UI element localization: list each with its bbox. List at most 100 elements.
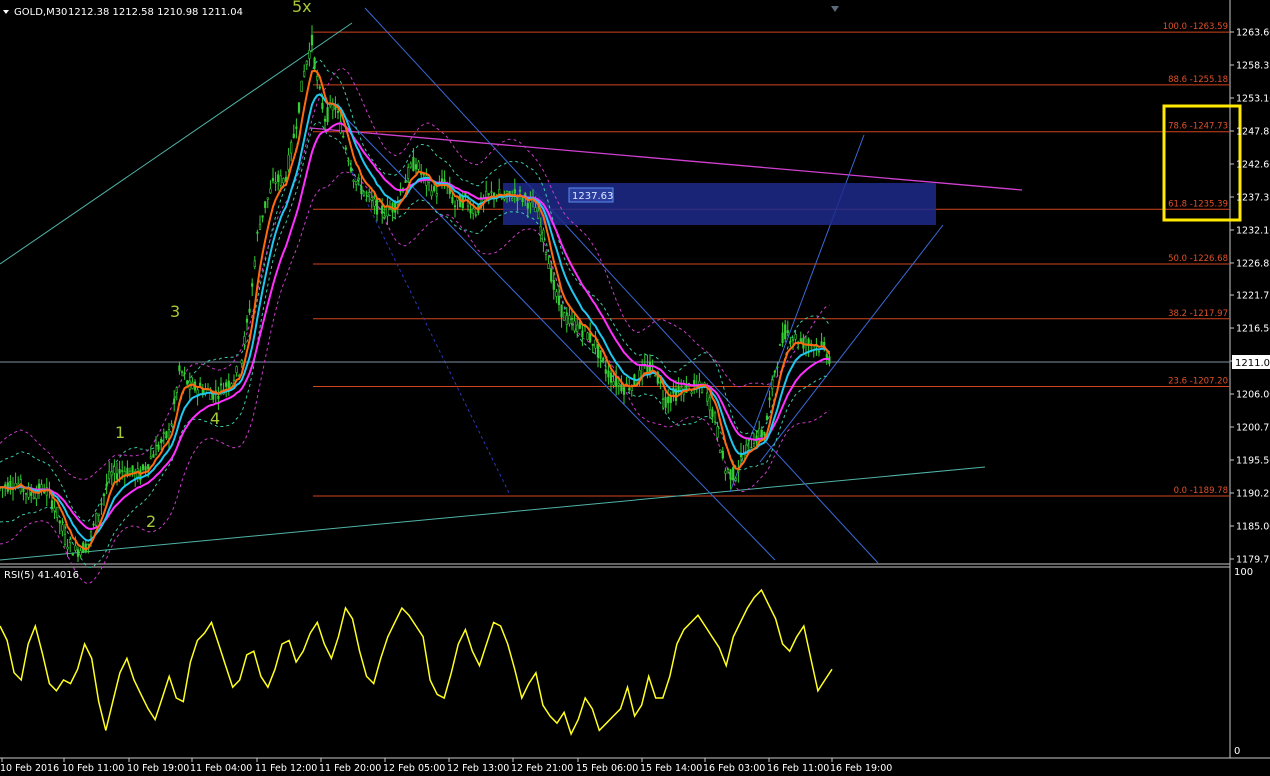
candle-body bbox=[102, 493, 106, 497]
candle-body bbox=[287, 154, 290, 171]
candle-body bbox=[144, 466, 147, 471]
candle-body bbox=[256, 231, 259, 234]
candle-body bbox=[706, 392, 709, 402]
candle-body bbox=[607, 370, 610, 378]
candle-body bbox=[32, 496, 35, 499]
time-tick-label: 12 Feb 21:00 bbox=[511, 763, 573, 772]
candle-body bbox=[266, 197, 269, 200]
candle-body bbox=[258, 223, 262, 230]
candle-body bbox=[721, 450, 724, 459]
candle-body bbox=[511, 198, 514, 201]
candle-body bbox=[469, 209, 472, 214]
candle-body bbox=[310, 34, 314, 46]
candle-body bbox=[414, 164, 418, 170]
candle-body bbox=[173, 398, 176, 404]
candle-body bbox=[734, 477, 737, 481]
candle-body bbox=[110, 471, 113, 476]
candle-body bbox=[544, 252, 548, 255]
price-tick-label: 1206.00 bbox=[1236, 390, 1270, 401]
candle-body bbox=[271, 178, 275, 182]
candle-body bbox=[563, 312, 566, 321]
candle-body bbox=[269, 188, 272, 194]
candle-body bbox=[602, 357, 605, 361]
candle-body bbox=[513, 189, 516, 194]
candle-body bbox=[118, 469, 121, 474]
candle-body bbox=[430, 190, 433, 197]
time-tick-label: 15 Feb 14:00 bbox=[640, 763, 702, 772]
candle-body bbox=[50, 500, 54, 509]
candle-body bbox=[604, 369, 607, 374]
fib-level-label: 61.8 -1235.39 bbox=[1168, 199, 1228, 209]
candle-body bbox=[360, 186, 363, 195]
candle-body bbox=[664, 397, 667, 408]
candle-body bbox=[594, 339, 597, 349]
candle-body bbox=[365, 192, 368, 194]
candle-body bbox=[375, 199, 379, 215]
wave-label-3: 3 bbox=[170, 302, 180, 321]
candle-body bbox=[61, 524, 64, 532]
candle-body bbox=[820, 341, 823, 346]
candle-body bbox=[300, 80, 303, 92]
candle-body bbox=[147, 464, 150, 470]
candle-body bbox=[771, 379, 774, 389]
price-tick-label: 1258.35 bbox=[1236, 60, 1270, 71]
candle-body bbox=[654, 375, 657, 377]
time-tick-label: 10 Feb 2016 bbox=[0, 763, 59, 772]
candle-body bbox=[373, 198, 376, 207]
candle-body bbox=[336, 110, 340, 113]
time-tick-label: 10 Feb 19:00 bbox=[127, 763, 189, 772]
chart-canvas[interactable]: 100.0 -1263.59 88.6 -1255.18 78.6 -1247.73… bbox=[0, 0, 1270, 774]
candle-body bbox=[303, 70, 306, 77]
candle-body bbox=[170, 423, 173, 426]
candle-body bbox=[560, 304, 563, 318]
price-tick-label: 1179.75 bbox=[1236, 555, 1270, 566]
time-tick-label: 11 Feb 12:00 bbox=[255, 763, 317, 772]
candle-body bbox=[599, 350, 602, 359]
candle-body bbox=[290, 142, 293, 154]
candle-body bbox=[711, 409, 714, 417]
trading-chart-window: 100.0 -1263.59 88.6 -1255.18 78.6 -1247.73… bbox=[0, 0, 1270, 774]
candle-body bbox=[726, 468, 730, 471]
candle-body bbox=[342, 135, 345, 138]
candle-body bbox=[547, 263, 550, 269]
wave-label-2: 2 bbox=[146, 512, 156, 531]
candle-body bbox=[313, 57, 316, 69]
candle-body bbox=[74, 545, 77, 551]
candle-body bbox=[149, 456, 152, 459]
candle-body bbox=[199, 382, 202, 387]
candle-body bbox=[763, 431, 766, 436]
candle-body bbox=[264, 201, 267, 208]
candle-body bbox=[58, 520, 61, 524]
candle-body bbox=[196, 389, 199, 395]
candle-body bbox=[417, 161, 420, 170]
candle-body bbox=[69, 539, 72, 543]
candle-body bbox=[518, 190, 522, 192]
time-tick-label: 12 Feb 13:00 bbox=[447, 763, 509, 772]
candle-body bbox=[370, 197, 373, 201]
time-tick-label: 16 Feb 03:00 bbox=[703, 763, 765, 772]
candle-body bbox=[113, 466, 116, 474]
rsi-tick-100: 100 bbox=[1234, 567, 1253, 578]
candle-body bbox=[368, 192, 371, 196]
candle-body bbox=[490, 191, 493, 193]
candle-body bbox=[305, 60, 308, 65]
candle-body bbox=[154, 445, 158, 456]
candle-body bbox=[550, 268, 553, 282]
fib-level-label: 38.2 -1217.97 bbox=[1168, 309, 1228, 319]
candle-body bbox=[381, 205, 384, 214]
candle-body bbox=[716, 426, 719, 438]
candle-body bbox=[225, 382, 228, 387]
fib-level-label: 23.6 -1207.20 bbox=[1168, 376, 1228, 386]
candle-body bbox=[565, 315, 568, 325]
candle-body bbox=[362, 191, 366, 196]
candle-body bbox=[521, 197, 524, 203]
candle-body bbox=[251, 283, 254, 287]
candle-body bbox=[297, 102, 301, 113]
time-tick-label: 16 Feb 11:00 bbox=[767, 763, 829, 772]
candle-body bbox=[784, 324, 787, 340]
candle-body bbox=[435, 193, 438, 197]
candle-body bbox=[474, 214, 477, 216]
candle-body bbox=[557, 295, 561, 305]
candle-body bbox=[659, 381, 662, 384]
candle-body bbox=[724, 470, 727, 474]
